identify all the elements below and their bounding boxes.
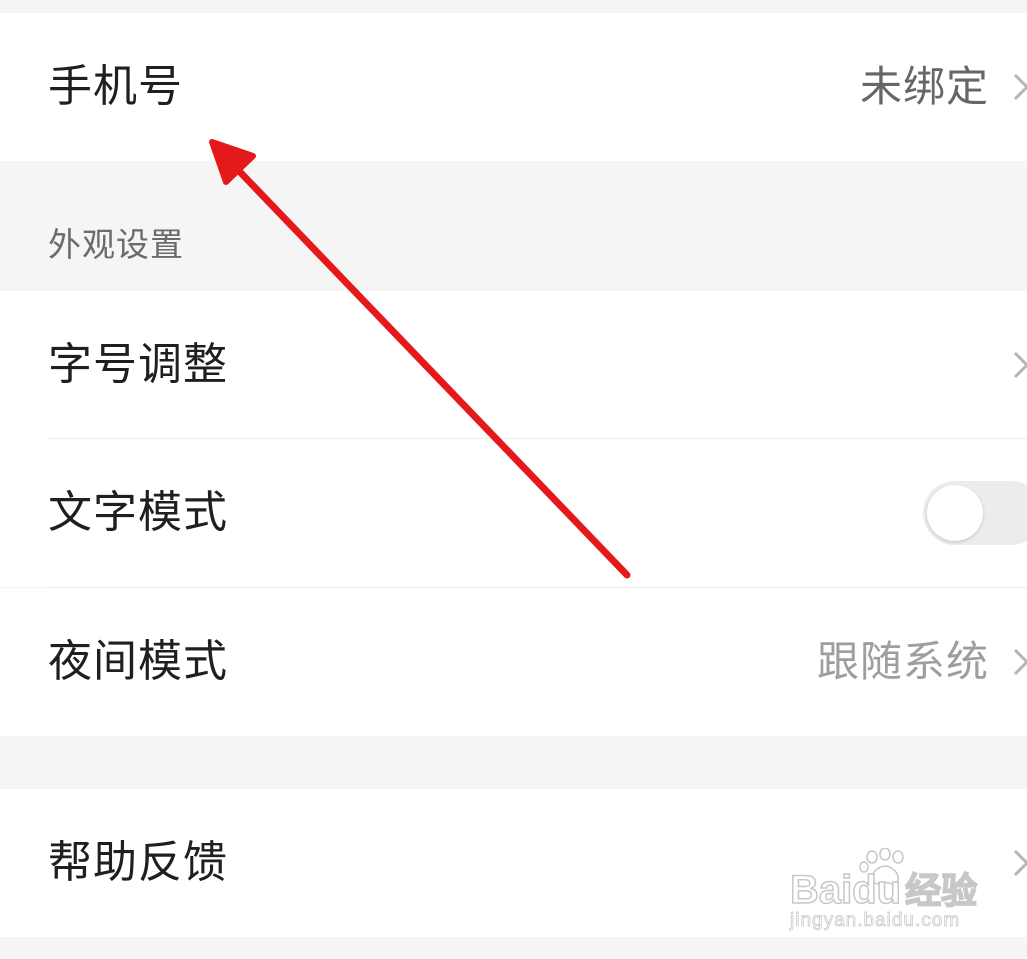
night-mode-label: 夜间模式 bbox=[48, 636, 228, 687]
chevron-right-icon bbox=[1013, 648, 1027, 676]
baidu-watermark: Baidu 经验 jingyan.baidu.com bbox=[786, 848, 978, 938]
watermark-brand-suffix: du bbox=[852, 867, 902, 913]
watermark-brand: Baidu 经验 bbox=[789, 862, 978, 914]
appearance-section-title: 外观设置 bbox=[48, 225, 184, 264]
text-mode-toggle[interactable] bbox=[923, 481, 1027, 545]
watermark-url: jingyan.baidu.com bbox=[790, 910, 961, 932]
text-mode-row: 文字模式 bbox=[0, 439, 1027, 587]
chevron-right-icon bbox=[1013, 73, 1027, 101]
night-mode-value: 跟随系统 bbox=[816, 637, 989, 686]
toggle-knob bbox=[927, 485, 983, 541]
watermark-brand-text: Bai bbox=[789, 867, 853, 913]
phone-number-label: 手机号 bbox=[48, 61, 183, 112]
font-size-label: 字号调整 bbox=[48, 339, 228, 390]
watermark-brand-cn: 经验 bbox=[904, 869, 978, 912]
chevron-right-icon bbox=[1013, 849, 1027, 877]
night-mode-row[interactable]: 夜间模式 跟随系统 bbox=[0, 588, 1027, 736]
phone-number-value: 未绑定 bbox=[859, 62, 989, 111]
help-feedback-label: 帮助反馈 bbox=[48, 837, 228, 888]
settings-page: 手机号 未绑定 外观设置 字号调整 文字模式 夜间模式 跟随系统 帮助反馈 Ba… bbox=[0, 0, 1027, 959]
font-size-row[interactable]: 字号调整 bbox=[0, 291, 1027, 439]
chevron-right-icon bbox=[1013, 351, 1027, 379]
phone-number-row[interactable]: 手机号 未绑定 bbox=[0, 13, 1027, 161]
text-mode-label: 文字模式 bbox=[48, 487, 228, 538]
